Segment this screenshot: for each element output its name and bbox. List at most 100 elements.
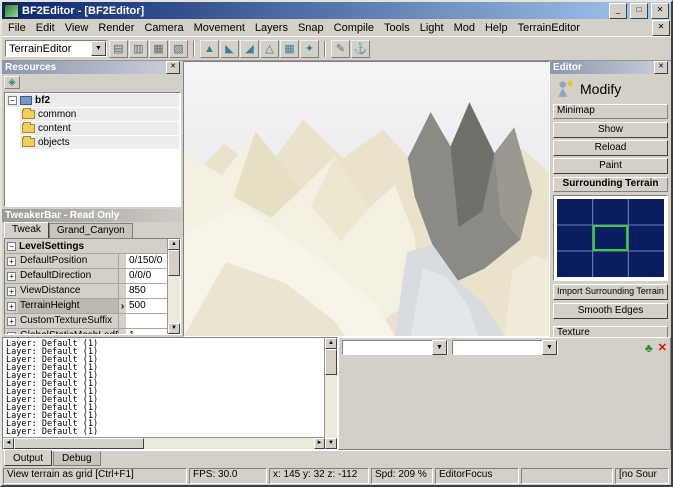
collapse-icon[interactable]: −: [7, 242, 16, 251]
property-group-row[interactable]: − LevelSettings: [5, 239, 167, 254]
editor-mode-value: TerrainEditor: [6, 43, 91, 55]
title-bar: BF2Editor - [BF2Editor] _ □ ✕: [2, 2, 671, 19]
scroll-up-icon[interactable]: ▲: [168, 239, 180, 250]
save-icon[interactable]: ▦: [149, 40, 168, 58]
surrounding-terrain-header[interactable]: Surrounding Terrain: [553, 177, 668, 192]
tab-tweak[interactable]: Tweak: [4, 222, 49, 238]
tab-output[interactable]: Output: [4, 450, 52, 466]
tab-debug[interactable]: Debug: [53, 451, 100, 466]
expand-icon[interactable]: +: [7, 287, 16, 296]
property-row[interactable]: + ViewDistance › 850: [5, 284, 167, 299]
dropdown-arrow-icon[interactable]: ▼: [542, 340, 557, 355]
remove-icon[interactable]: ✕: [658, 342, 667, 354]
scroll-down-icon[interactable]: ▼: [168, 323, 180, 334]
property-row[interactable]: + DefaultPosition › 0/150/0: [5, 254, 167, 269]
terrain-render: [184, 62, 549, 336]
tweaker-scrollbar[interactable]: ▲ ▼: [167, 239, 180, 334]
surrounding-terrain-grid[interactable]: [553, 195, 668, 281]
menu-item[interactable]: TerrainEditor: [513, 21, 585, 35]
new-document-icon[interactable]: ▤: [109, 40, 128, 58]
layer-select-2[interactable]: ▼: [452, 340, 558, 355]
layer-select-1[interactable]: ▼: [342, 340, 448, 355]
tree-item-folder[interactable]: objects: [20, 136, 179, 149]
dropdown-arrow-icon[interactable]: ▼: [91, 41, 106, 56]
menu-item[interactable]: Camera: [139, 21, 188, 35]
tweakerbar-title: TweakerBar - Read Only: [5, 210, 119, 221]
property-row[interactable]: + TerrainHeight › 500: [5, 299, 167, 314]
scroll-thumb[interactable]: [325, 349, 337, 375]
maximize-button[interactable]: □: [630, 3, 648, 19]
resources-title: Resources: [5, 62, 56, 73]
menu-item[interactable]: View: [60, 21, 94, 35]
menu-item[interactable]: Tools: [379, 21, 415, 35]
resource-tree: − bf2 common: [4, 92, 181, 207]
terrain-flatten-icon[interactable]: △: [260, 40, 279, 58]
scroll-down-icon[interactable]: ▼: [325, 438, 337, 449]
pen-icon[interactable]: ✎: [331, 40, 350, 58]
menu-item[interactable]: Layers: [250, 21, 293, 35]
layer-tools-panel: ▼ ▼ ♣ ✕: [338, 337, 671, 450]
import-surrounding-terrain-button[interactable]: Import Surrounding Terrain: [553, 284, 668, 300]
show-button[interactable]: Show: [553, 122, 668, 138]
anchor-icon[interactable]: ⚓: [351, 40, 370, 58]
scroll-thumb[interactable]: [14, 438, 144, 449]
scroll-up-icon[interactable]: ▲: [325, 338, 337, 349]
resources-tool-icon[interactable]: ◈: [4, 76, 20, 89]
expand-icon[interactable]: +: [7, 317, 16, 326]
tab-grand-canyon[interactable]: Grand_Canyon: [49, 223, 133, 238]
expand-icon[interactable]: +: [7, 257, 16, 266]
mdi-close-button[interactable]: ✕: [652, 20, 670, 36]
expand-icon[interactable]: +: [7, 272, 16, 281]
bf2editor-window: BF2Editor - [BF2Editor] _ □ ✕ FileEditVi…: [0, 0, 673, 487]
tree-item-bf2[interactable]: − bf2: [6, 94, 179, 107]
output-vscrollbar[interactable]: ▲ ▼: [324, 338, 337, 449]
terrain-raise-icon[interactable]: ▲: [200, 40, 219, 58]
menu-item[interactable]: Edit: [31, 21, 60, 35]
terrain-lower-icon[interactable]: ◣: [220, 40, 239, 58]
menu-item[interactable]: Movement: [189, 21, 250, 35]
property-row[interactable]: + GlobalStaticMeshLodDista... › 1: [5, 329, 167, 334]
minimap-section-header[interactable]: Minimap: [553, 104, 668, 119]
selected-row-arrow: ›: [119, 301, 126, 312]
expand-icon[interactable]: +: [7, 332, 16, 335]
settings-icon[interactable]: ▧: [169, 40, 188, 58]
menu-item[interactable]: Render: [93, 21, 139, 35]
menu-item[interactable]: Light: [415, 21, 449, 35]
output-log[interactable]: Layer: Default (1)Layer: Default (1)Laye…: [3, 338, 324, 449]
toolbar-separator: [324, 41, 326, 57]
output-hscrollbar[interactable]: ◄ ►: [3, 437, 325, 449]
menu-item[interactable]: File: [3, 21, 31, 35]
minimize-button[interactable]: _: [609, 3, 627, 19]
viewport-3d[interactable]: [183, 61, 550, 337]
open-folder-icon[interactable]: ▥: [129, 40, 148, 58]
menu-item[interactable]: Mod: [449, 21, 480, 35]
property-row[interactable]: + CustomTextureSuffix ›: [5, 314, 167, 329]
status-source: [no Sour: [615, 468, 669, 484]
dropdown-arrow-icon[interactable]: ▼: [432, 340, 447, 355]
tree-item-folder[interactable]: content: [20, 122, 179, 135]
tree-item-label: bf2: [35, 95, 50, 106]
scroll-left-icon[interactable]: ◄: [3, 438, 14, 449]
folder-icon: [22, 124, 35, 133]
tweaker-tabs: Tweak Grand_Canyon: [2, 222, 183, 238]
terrain-paint-icon[interactable]: ✦: [300, 40, 319, 58]
menu-item[interactable]: Compile: [329, 21, 379, 35]
close-panel-icon[interactable]: ✕: [654, 61, 668, 74]
terrain-smooth-icon[interactable]: ◢: [240, 40, 259, 58]
reload-button[interactable]: Reload: [553, 140, 668, 156]
scroll-right-icon[interactable]: ►: [314, 438, 325, 449]
paint-button[interactable]: Paint: [553, 158, 668, 174]
menu-item[interactable]: Help: [480, 21, 513, 35]
terrain-grid-icon[interactable]: ▦: [280, 40, 299, 58]
green-plant-icon[interactable]: ♣: [645, 342, 653, 354]
menu-item[interactable]: Snap: [293, 21, 329, 35]
close-panel-icon[interactable]: ✕: [166, 61, 180, 74]
smooth-edges-button[interactable]: Smooth Edges: [553, 303, 668, 319]
editor-mode-select[interactable]: TerrainEditor ▼: [5, 40, 107, 57]
collapse-icon[interactable]: −: [8, 96, 17, 105]
expand-icon[interactable]: +: [7, 302, 16, 311]
property-row[interactable]: + DefaultDirection › 0/0/0: [5, 269, 167, 284]
close-button[interactable]: ✕: [651, 3, 669, 19]
tree-item-folder[interactable]: common: [20, 108, 179, 121]
scroll-thumb[interactable]: [168, 250, 180, 276]
